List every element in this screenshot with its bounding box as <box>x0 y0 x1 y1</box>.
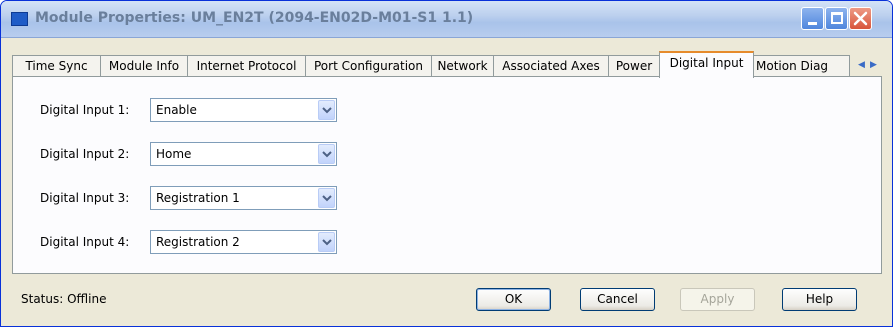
tab-port-configuration[interactable]: Port Configuration <box>305 55 432 77</box>
tab-strip: Time Sync Module Info Internet Protocol … <box>12 51 882 78</box>
tab-power[interactable]: Power <box>608 55 660 77</box>
minimize-icon <box>808 22 817 25</box>
digital-input-1-select[interactable]: Enable <box>150 98 337 122</box>
digital-input-2-select[interactable]: Home <box>150 142 337 166</box>
window-title: Module Properties: UM_EN2T (2094-EN02D-M… <box>35 10 474 26</box>
tab-digital-input[interactable]: Digital Input <box>659 51 754 78</box>
tab-time-sync[interactable]: Time Sync <box>12 55 101 77</box>
tab-module-info[interactable]: Module Info <box>100 55 188 77</box>
digital-input-3-select[interactable]: Registration 1 <box>150 186 337 210</box>
maximize-icon <box>831 12 843 24</box>
minimize-button[interactable] <box>801 7 824 30</box>
maximize-button[interactable] <box>825 7 848 30</box>
close-button[interactable] <box>849 7 872 30</box>
chevron-down-icon[interactable] <box>318 188 335 208</box>
module-properties-dialog: Module Properties: UM_EN2T (2094-EN02D-M… <box>0 0 893 327</box>
chevron-down-icon[interactable] <box>318 144 335 164</box>
digital-input-3-value: Registration 1 <box>156 191 240 205</box>
digital-input-3-label: Digital Input 3: <box>40 191 130 205</box>
digital-input-4-select[interactable]: Registration 2 <box>150 230 337 254</box>
digital-input-2-value: Home <box>156 147 192 161</box>
status-text: Status: Offline <box>21 292 107 306</box>
chevron-down-icon[interactable] <box>318 232 335 252</box>
digital-input-4-value: Registration 2 <box>156 235 240 249</box>
digital-input-4-label: Digital Input 4: <box>40 235 130 249</box>
tab-network[interactable]: Network <box>431 55 494 77</box>
chevron-down-icon[interactable] <box>318 100 335 120</box>
window-icon <box>11 12 28 26</box>
tab-scroll-buttons: ◀ ▶ <box>856 55 882 77</box>
tab-associated-axes[interactable]: Associated Axes <box>493 55 609 77</box>
digital-input-1-value: Enable <box>156 103 197 117</box>
title-bar[interactable]: Module Properties: UM_EN2T (2094-EN02D-M… <box>1 1 892 38</box>
ok-button[interactable]: OK <box>476 288 551 311</box>
tab-internet-protocol[interactable]: Internet Protocol <box>187 55 306 77</box>
apply-button[interactable]: Apply <box>680 288 755 311</box>
digital-input-1-label: Digital Input 1: <box>40 103 130 117</box>
tab-motion-diag[interactable]: Motion Diag <box>753 55 850 77</box>
scroll-left-icon[interactable]: ◀ <box>858 55 865 75</box>
digital-input-2-label: Digital Input 2: <box>40 147 130 161</box>
cancel-button[interactable]: Cancel <box>580 288 655 311</box>
help-button[interactable]: Help <box>782 288 857 311</box>
digital-input-panel: Digital Input 1: Enable Digital Input 2:… <box>12 76 882 274</box>
scroll-right-icon[interactable]: ▶ <box>870 55 877 75</box>
close-icon <box>850 8 871 29</box>
